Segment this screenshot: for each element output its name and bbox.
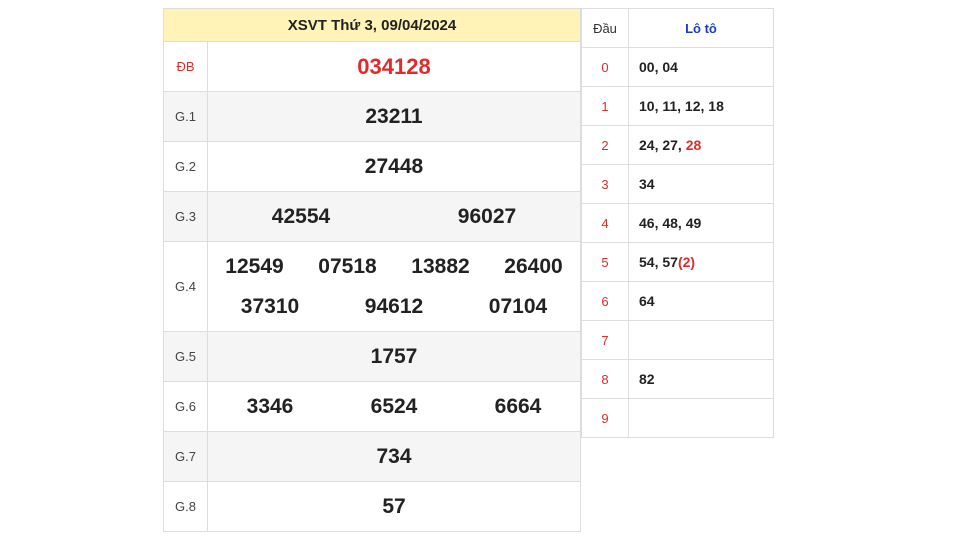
loto-highlight: (2) bbox=[677, 254, 696, 270]
prize-numbers-g1: 23211 bbox=[207, 91, 581, 142]
prize-numbers-g8: 57 bbox=[207, 481, 581, 532]
loto-dau: 7 bbox=[581, 320, 629, 360]
prize-label-g6: G.6 bbox=[163, 381, 208, 432]
loto-table: Đầu Lô tô 0 00, 04 1 10, 11, 12, 18 2 24… bbox=[581, 8, 774, 438]
loto-dau: 9 bbox=[581, 398, 629, 438]
loto-dau: 3 bbox=[581, 164, 629, 204]
loto-dau: 8 bbox=[581, 359, 629, 399]
loto-row: 9 bbox=[581, 398, 774, 438]
loto-row: 4 46, 48, 49 bbox=[581, 203, 774, 243]
loto-row: 1 10, 11, 12, 18 bbox=[581, 86, 774, 126]
loto-row: 3 34 bbox=[581, 164, 774, 204]
prize-number: 734 bbox=[376, 444, 412, 468]
prize-label-g5: G.5 bbox=[163, 331, 208, 382]
loto-tails: 64 bbox=[628, 281, 774, 321]
prize-label-g2: G.2 bbox=[163, 141, 208, 192]
loto-head-dau: Đầu bbox=[581, 8, 629, 48]
loto-row: 8 82 bbox=[581, 359, 774, 399]
prize-numbers-g5: 1757 bbox=[207, 331, 581, 382]
prize-numbers-g7: 734 bbox=[207, 431, 581, 482]
prize-numbers-g6: 3346 6524 6664 bbox=[207, 381, 581, 432]
loto-dau: 4 bbox=[581, 203, 629, 243]
results-title: XSVT Thứ 3, 09/04/2024 bbox=[163, 8, 581, 42]
loto-dau: 1 bbox=[581, 86, 629, 126]
prize-number: 12549 bbox=[225, 254, 284, 278]
prize-number: 07518 bbox=[318, 254, 377, 278]
prize-number: 42554 bbox=[271, 204, 331, 228]
loto-tails: 82 bbox=[628, 359, 774, 399]
prize-number: 57 bbox=[382, 494, 406, 518]
prize-number: 23211 bbox=[365, 104, 423, 128]
loto-dau: 2 bbox=[581, 125, 629, 165]
prize-number: 94612 bbox=[364, 294, 424, 318]
loto-row: 2 24, 27, 28 bbox=[581, 125, 774, 165]
loto-dau: 5 bbox=[581, 242, 629, 282]
loto-highlight: 28 bbox=[685, 137, 702, 153]
loto-tails: 10, 11, 12, 18 bbox=[628, 86, 774, 126]
prize-numbers-g4: 12549 07518 13882 26400 37310 94612 0710… bbox=[207, 241, 581, 332]
loto-tails bbox=[628, 320, 774, 360]
loto-head-loto: Lô tô bbox=[628, 8, 774, 48]
loto-tails: 46, 48, 49 bbox=[628, 203, 774, 243]
loto-row: 5 54, 57(2) bbox=[581, 242, 774, 282]
loto-tails: 34 bbox=[628, 164, 774, 204]
prize-number: 07104 bbox=[488, 294, 548, 318]
prize-number: 034128 bbox=[357, 53, 431, 79]
loto-dau: 0 bbox=[581, 47, 629, 87]
loto-tails: 00, 04 bbox=[628, 47, 774, 87]
prize-number: 37310 bbox=[240, 294, 300, 318]
prize-number: 3346 bbox=[246, 394, 294, 418]
loto-row: 7 bbox=[581, 320, 774, 360]
prize-number: 26400 bbox=[504, 254, 563, 278]
prize-label-g7: G.7 bbox=[163, 431, 208, 482]
loto-row: 6 64 bbox=[581, 281, 774, 321]
prize-label-g1: G.1 bbox=[163, 91, 208, 142]
prize-number: 13882 bbox=[411, 254, 470, 278]
prize-number: 1757 bbox=[370, 344, 418, 368]
prize-label-db: ĐB bbox=[163, 41, 208, 92]
prize-number: 96027 bbox=[457, 204, 517, 228]
loto-tails bbox=[628, 398, 774, 438]
prize-number: 6524 bbox=[370, 394, 418, 418]
prize-label-g4: G.4 bbox=[163, 241, 208, 332]
loto-dau: 6 bbox=[581, 281, 629, 321]
prize-numbers-db: 034128 bbox=[207, 41, 581, 92]
loto-tails: 24, 27, 28 bbox=[628, 125, 774, 165]
prize-numbers-g2: 27448 bbox=[207, 141, 581, 192]
prize-label-g3: G.3 bbox=[163, 191, 208, 242]
loto-row: 0 00, 04 bbox=[581, 47, 774, 87]
prize-numbers-g3: 42554 96027 bbox=[207, 191, 581, 242]
loto-tails: 54, 57(2) bbox=[628, 242, 774, 282]
prize-label-g8: G.8 bbox=[163, 481, 208, 532]
prize-number: 6664 bbox=[494, 394, 542, 418]
prize-number: 27448 bbox=[364, 154, 424, 178]
results-table: XSVT Thứ 3, 09/04/2024 ĐB 034128 G.1 232… bbox=[163, 8, 581, 532]
